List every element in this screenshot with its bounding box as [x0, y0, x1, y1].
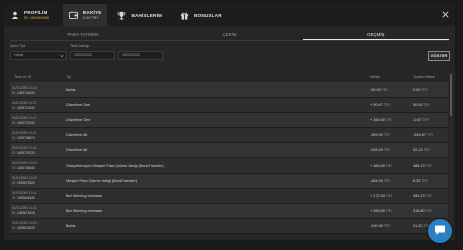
type-filter-label: İşlem Tipi	[10, 44, 26, 48]
row-amount: -399.00TRY	[370, 133, 391, 138]
row-id: ID: 1493674316	[12, 211, 35, 216]
balance-value: 0,00 TRY	[82, 16, 99, 20]
nav-profile[interactable]: PROFİLİM ID: 190463469	[4, 4, 55, 26]
row-date: 01/01/2000 13:11	[12, 206, 37, 211]
nav-balance[interactable]: BAKİYE 0,00 TRY	[62, 4, 108, 26]
row-total: 52.13TRY	[413, 148, 430, 153]
row-id: ID: 1493706340	[12, 166, 35, 171]
gift-icon	[180, 11, 189, 20]
row-total: 490.13TRY	[413, 193, 432, 198]
row-amount: + 50.67TRY	[370, 103, 391, 108]
row-type: Düzeltme Alt	[66, 133, 88, 138]
row-type: Ödeyebeneyen Müşteri Para Çekme İsteği (…	[66, 163, 164, 168]
row-date: 01/01/2000 13:13	[12, 85, 37, 90]
type-select-value: Hepsi	[14, 53, 24, 57]
header-amount: Miktar	[370, 74, 380, 79]
row-date: 01/01/2000 13:17	[12, 115, 37, 120]
chat-bubble-icon	[434, 225, 446, 237]
row-amount: -100.00TRY	[370, 223, 391, 228]
row-total: 486.13TRY	[413, 163, 432, 168]
row-total: 318.80TRY	[413, 208, 432, 213]
row-type: Müşteri Para Çekme İsteği (BankTransfer)	[66, 178, 137, 183]
user-id: ID: 190463469	[24, 16, 49, 20]
table-row: 01/01/2000 13:13 ID: 1493741834 Bahis -50…	[10, 83, 448, 99]
header-total: Toplam Miktar	[413, 74, 436, 79]
trophy-icon	[117, 11, 126, 20]
nav-bonuses-label: BONUSLAR	[194, 12, 222, 18]
row-amount: -484.00TRY	[370, 178, 391, 183]
row-amount: + 484.00TRY	[370, 163, 393, 168]
nav-bets[interactable]: BAHİSLERİM	[111, 4, 168, 26]
row-date: 01/01/2000 13:17	[12, 100, 37, 105]
tab-deposit[interactable]: PARA YATIRMA	[10, 30, 156, 40]
wallet-tabs: PARA YATIRMA ÇEKİM GEÇMİŞ	[10, 30, 449, 41]
table-row: 01/01/2000 13:11 ID: 1493644345 Bet Winni…	[10, 188, 448, 204]
row-total: 0.00TRY	[413, 88, 428, 93]
date-from-field[interactable]: 23/02/2020	[70, 51, 115, 60]
table-row: 01/01/2000 13:00 ID: 1493674626 Bahis -10…	[10, 218, 448, 234]
top-navigation: PROFİLİM ID: 190463469 BAKİYE 0,00 TRY B…	[4, 4, 455, 26]
row-id: ID: 1493710434	[12, 105, 35, 110]
row-type: Bet Winning Increase	[66, 193, 103, 198]
row-date: 01/01/2000 13:00	[12, 176, 37, 181]
table-row: 01/01/2000 13:04 ID: 1493706340 Ödeyebene…	[10, 158, 448, 174]
row-id: ID: 1493707530	[12, 120, 35, 125]
row-type: Bet Winning Increase	[66, 208, 103, 213]
row-amount: + 172.34TRY	[370, 193, 393, 198]
nav-bonuses[interactable]: BONUSLAR	[174, 4, 228, 26]
type-select[interactable]: Hepsi	[10, 51, 67, 60]
wallet-icon	[68, 11, 78, 20]
row-total: 6.33TRY	[413, 178, 428, 183]
transactions-table: Tarih ve ID Tip Miktar Toplam Miktar 01/…	[10, 71, 448, 234]
show-button[interactable]: GÖSTER	[428, 51, 450, 61]
user-icon	[10, 11, 19, 20]
row-date: 01/01/2000 13:00	[12, 221, 37, 226]
date-to-field[interactable]: 29/02/2020	[118, 51, 163, 60]
table-row: 01/01/2000 13:11 ID: 1493706574 Düzeltme …	[10, 128, 448, 144]
nav-profile-label: PROFİLİM	[24, 10, 48, 15]
table-row: 01/01/2000 13:00 ID: 1493679322 Müşteri P…	[10, 173, 448, 189]
chat-button[interactable]	[428, 219, 452, 243]
row-type: Bahis	[66, 223, 76, 228]
table-header: Tarih ve ID Tip Miktar Toplam Miktar	[10, 71, 448, 83]
row-amount: -50.00TRY	[370, 88, 389, 93]
row-amount: + 346.00TRY	[370, 118, 393, 123]
row-id: ID: 1493679322	[12, 181, 35, 186]
header-type: Tip	[66, 74, 71, 79]
row-id: ID: 1493741834	[12, 90, 35, 95]
row-date: 01/01/2000 13:11	[12, 130, 37, 135]
tab-history[interactable]: GEÇMİŞ	[302, 30, 449, 40]
close-icon[interactable]	[441, 10, 450, 19]
row-total: -0.67TRY	[413, 118, 429, 123]
scrollbar-thumb[interactable]	[450, 74, 452, 116]
row-type: Düzeltme Geri	[66, 118, 91, 123]
row-id: ID: 1493707020	[12, 150, 35, 155]
row-id: ID: 1493674626	[12, 226, 35, 231]
row-type: Bahis	[66, 88, 76, 93]
row-total: 50.00TRY	[413, 103, 430, 108]
account-modal: PROFİLİM ID: 190463469 BAKİYE 0,00 TRY B…	[4, 4, 455, 240]
table-row: 01/01/2000 13:11 ID: 1493707020 Düzeltme …	[10, 143, 448, 159]
row-date: 01/01/2000 13:11	[12, 145, 37, 150]
table-row: 01/01/2000 13:11 ID: 1493674316 Bet Winni…	[10, 203, 448, 219]
row-id: ID: 1493706574	[12, 135, 35, 140]
tab-withdraw[interactable]: ÇEKİM	[156, 30, 302, 40]
row-amount: -434.00TRY	[370, 148, 391, 153]
table-row: 01/01/2000 13:17 ID: 1493707530 Düzeltme …	[10, 113, 448, 129]
row-amount: + 289.00TRY	[370, 208, 393, 213]
row-id: ID: 1493644345	[12, 196, 35, 201]
row-type: Düzeltme Geri	[66, 103, 91, 108]
header-date-id: Tarih ve ID	[14, 74, 32, 79]
nav-balance-label: BAKİYE	[82, 10, 102, 15]
date-range-label: Tarih Aralığı	[70, 44, 89, 48]
row-total: -346.67TRY	[413, 133, 434, 138]
row-date: 01/01/2000 13:11	[12, 191, 37, 196]
table-row: 01/01/2000 13:17 ID: 1493710434 Düzeltme …	[10, 98, 448, 114]
row-date: 01/01/2000 13:04	[12, 161, 37, 166]
row-type: Düzeltme Alt	[66, 148, 88, 153]
chevron-down-icon	[60, 54, 64, 58]
nav-bets-label: BAHİSLERİM	[131, 12, 163, 18]
